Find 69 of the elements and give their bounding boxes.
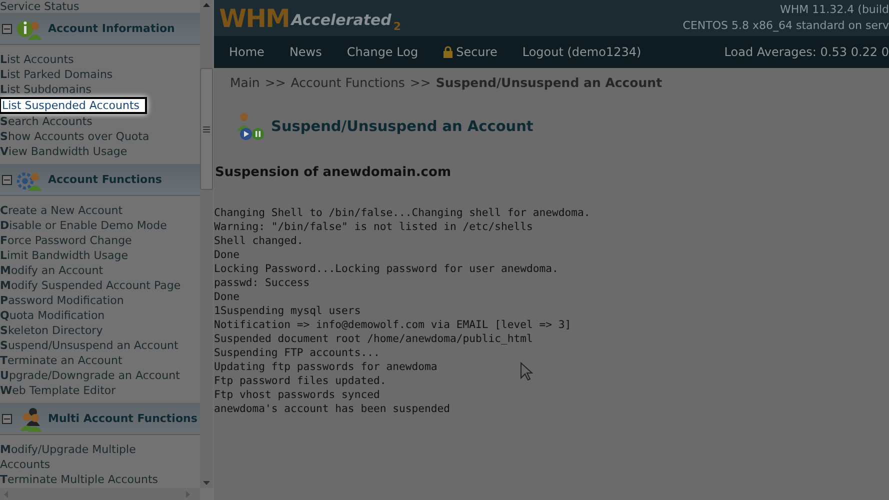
lock-icon xyxy=(443,46,454,58)
output-line: Ftp vhost passwords synced xyxy=(214,388,380,402)
sidebar-link[interactable]: Terminate an Account xyxy=(0,353,122,368)
sidebar-link[interactable]: Search Accounts xyxy=(0,114,92,129)
sidebar-link[interactable]: Suspend/Unsuspend an Account xyxy=(0,338,178,353)
output-line: 1Suspending mysql users xyxy=(214,304,361,318)
scroll-down-icon[interactable] xyxy=(203,481,210,485)
sidebar-link[interactable]: Web Template Editor xyxy=(0,383,116,398)
output-line: Shell changed. xyxy=(214,234,304,248)
minus-icon xyxy=(4,26,10,32)
breadcrumb-link[interactable]: Suspend/Unsuspend an Account xyxy=(436,75,662,97)
nav-link[interactable]: News xyxy=(289,45,322,59)
sidebar-link[interactable]: Limit Bandwidth Usage xyxy=(0,248,128,263)
sidebar-link[interactable]: View Bandwidth Usage xyxy=(0,144,128,159)
output-line: Done xyxy=(214,248,240,262)
users-icon xyxy=(17,406,43,432)
sidebar-link[interactable]: Skeleton Directory xyxy=(0,323,103,338)
vertical-scrollbar[interactable] xyxy=(200,0,213,488)
scroll-thumb[interactable] xyxy=(200,68,213,190)
nav-link[interactable]: Home xyxy=(229,45,264,59)
sidebar-link[interactable]: Terminate Multiple Accounts xyxy=(0,472,158,487)
version-text: WHM 11.32.4 (build xyxy=(780,2,889,18)
section-title: Multi Account Functions xyxy=(48,412,198,425)
sidebar-link[interactable]: Quota Modification xyxy=(0,308,105,323)
collapse-button[interactable] xyxy=(2,24,12,34)
output-line: anewdoma's account has been suspended xyxy=(214,402,450,416)
minus-icon xyxy=(4,416,10,422)
output-line: Done xyxy=(214,290,240,304)
sidebar-link[interactable]: Create a New Account xyxy=(0,203,123,218)
output-line: Changing Shell to /bin/false...Changing shell for anewdoma. xyxy=(214,206,590,220)
output-line: Updating ftp passwords for anewdoma xyxy=(214,360,438,374)
breadcrumb-link[interactable]: Main xyxy=(230,75,260,97)
sidebar-link[interactable]: List Parked Domains xyxy=(0,67,113,82)
scroll-up-icon[interactable] xyxy=(203,3,210,7)
section-heading: Suspension of anewdomain.com xyxy=(214,165,452,180)
separator-text: >> xyxy=(264,75,286,92)
nav-link[interactable]: Change Log xyxy=(346,45,418,59)
output-line: Warning: "/bin/false" is not listed in /etc/shells xyxy=(214,220,533,234)
page-title: Suspend/Unsuspend an Account xyxy=(271,119,534,135)
sidebar-link[interactable]: Password Modification xyxy=(0,293,124,308)
section-title: Account Information xyxy=(48,22,175,35)
server-text: CENTOS 5.8 x86_64 standard on serv xyxy=(682,18,889,34)
output-line: Locking Password...Locking password for user anewdoma. xyxy=(214,262,558,276)
collapse-button[interactable] xyxy=(2,414,12,424)
horizontal-scrollbar[interactable] xyxy=(0,488,200,500)
sidebar-item[interactable]: Service Status xyxy=(0,0,80,13)
output-line: Suspending FTP accounts... xyxy=(214,346,380,360)
sidebar-link[interactable]: Modify an Account xyxy=(0,263,104,278)
nav-link[interactable]: Logout (demo1234) xyxy=(522,45,642,59)
sidebar-link[interactable]: Upgrade/Downgrade an Account xyxy=(0,368,180,383)
output-line: Suspended document root /home/anewdoma/public_html xyxy=(214,332,533,346)
minus-icon xyxy=(4,176,10,182)
sidebar-link[interactable]: List Subdomains xyxy=(0,82,92,97)
output-line: Notification => info@demowolf.com via EMAIL [level => 3] xyxy=(214,318,572,332)
mouse-cursor-icon xyxy=(520,362,533,381)
sidebar-link[interactable]: Disable or Enable Demo Mode xyxy=(0,218,167,233)
load-averages: Load Averages: 0.53 0.22 0 xyxy=(724,45,889,59)
section-title: Account Functions xyxy=(48,173,162,186)
nav-link[interactable]: Secure xyxy=(443,45,498,59)
breadcrumb-link[interactable]: Account Functions xyxy=(290,75,405,97)
sidebar-link[interactable]: Show Accounts over Quota xyxy=(0,129,150,144)
output-line: Ftp password files updated. xyxy=(214,374,386,388)
sidebar-link[interactable]: List Accounts xyxy=(0,52,74,67)
output-line: passwd: Success xyxy=(214,276,310,290)
sidebar-link[interactable]: Modify Suspended Account Page xyxy=(0,278,181,293)
sidebar-link[interactable]: Force Password Change xyxy=(0,233,132,248)
separator-text: >> xyxy=(410,75,431,92)
collapse-button[interactable] xyxy=(2,174,12,184)
sidebar-link[interactable]: List Suspended Accounts xyxy=(0,97,147,114)
